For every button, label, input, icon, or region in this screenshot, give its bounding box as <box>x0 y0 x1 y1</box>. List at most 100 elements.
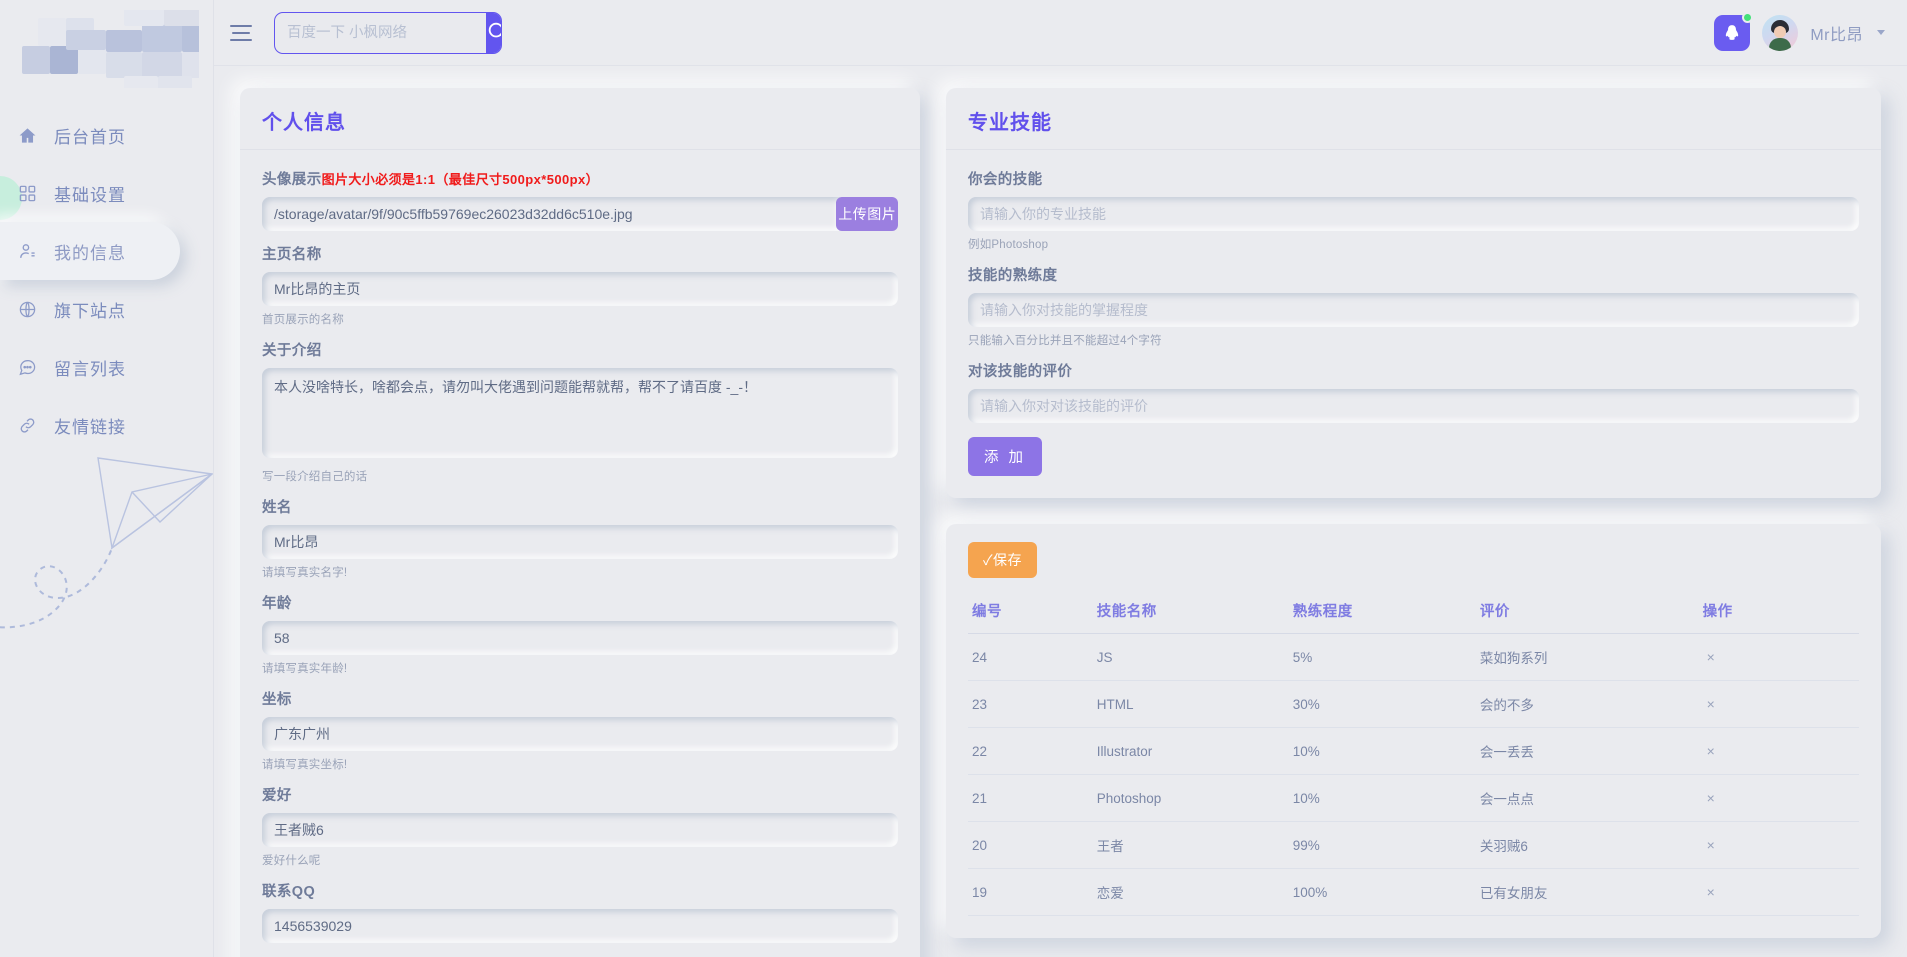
skills-card: 专业技能 你会的技能 例如Photoshop 技能的熟练度 只能输入百分比并且不… <box>946 88 1881 498</box>
sidebar-item-friend-links[interactable]: 友情链接 <box>0 396 213 454</box>
personal-info-header: 个人信息 <box>240 88 920 150</box>
sidebar-nav: 后台首页 基础设置 我的信息 旗下站点 留言列表 友情链接 <box>0 106 213 454</box>
qq-penguin-icon[interactable] <box>1714 11 1754 51</box>
about-textarea[interactable]: 本人没啥特长，啥都会点，请勿叫大佬遇到问题能帮就帮，帮不了请百度 -_-！ <box>262 368 898 458</box>
cell-id: 23 <box>968 680 1093 728</box>
cell-skill-name: 恋爱 <box>1092 868 1289 916</box>
hobby-input[interactable] <box>262 813 898 847</box>
page-title: 个人信息 <box>262 112 346 134</box>
column-header-level[interactable]: 熟练程度 <box>1288 594 1476 634</box>
homepage-name-input[interactable] <box>262 272 898 306</box>
cell-evaluation: 会一点点 <box>1475 774 1699 822</box>
delete-row-button[interactable]: × <box>1698 821 1859 869</box>
close-icon[interactable]: × <box>1703 743 1719 759</box>
username-label[interactable]: Mr比昂 <box>1810 21 1863 45</box>
cell-level: 30% <box>1288 680 1476 728</box>
sidebar-item-label: 后台首页 <box>54 127 126 147</box>
chat-icon <box>14 354 40 380</box>
homepage-name-label: 主页名称 <box>262 247 322 263</box>
home-icon <box>14 122 40 148</box>
table-row: 19 恋爱 100% 已有女朋友 × <box>968 868 1859 916</box>
avatar-size-warning: 图片大小必须是1:1（最佳尺寸500px*500px） <box>321 172 599 187</box>
skills-body: 你会的技能 例如Photoshop 技能的熟练度 只能输入百分比并且不能超过4个… <box>946 150 1881 498</box>
close-icon[interactable]: × <box>1703 884 1719 900</box>
close-icon[interactable]: × <box>1703 837 1719 853</box>
hamburger-icon[interactable] <box>230 21 258 45</box>
add-button-row: 添 加 <box>968 437 1859 476</box>
avatar[interactable] <box>1762 14 1799 51</box>
skill-eval-label: 对该技能的评价 <box>968 364 1073 380</box>
sidebar-item-sites[interactable]: 旗下站点 <box>0 280 213 338</box>
skill-level-input[interactable] <box>968 293 1859 327</box>
cell-skill-name: JS <box>1092 633 1289 681</box>
save-button[interactable]: ✓保存 <box>968 542 1038 578</box>
age-input[interactable] <box>262 621 898 655</box>
personal-info-body: 头像展示图片大小必须是1:1（最佳尺寸500px*500px） 上传图片 主页名… <box>240 150 920 957</box>
user-icon <box>14 238 40 264</box>
hobby-label: 爱好 <box>262 788 292 804</box>
table-row: 21 Photoshop 10% 会一点点 × <box>968 774 1859 822</box>
close-icon[interactable]: × <box>1703 696 1719 712</box>
sidebar-item-basic-settings[interactable]: 基础设置 <box>0 164 213 222</box>
column-header-op[interactable]: 操作 <box>1698 594 1859 634</box>
close-icon[interactable]: × <box>1703 790 1719 806</box>
cell-evaluation: 关羽贼6 <box>1475 821 1699 869</box>
upload-image-button[interactable]: 上传图片 <box>836 197 898 231</box>
search-icon <box>486 20 501 45</box>
link-icon <box>14 412 40 438</box>
column-header-name[interactable]: 技能名称 <box>1092 594 1289 634</box>
right-column: 专业技能 你会的技能 例如Photoshop 技能的熟练度 只能输入百分比并且不… <box>946 88 1881 938</box>
sidebar-item-messages[interactable]: 留言列表 <box>0 338 213 396</box>
cell-id: 21 <box>968 774 1093 822</box>
table-header-row: 编号 技能名称 熟练程度 评价 操作 <box>968 594 1859 634</box>
delete-row-button[interactable]: × <box>1698 774 1859 822</box>
search-input[interactable] <box>275 12 486 53</box>
delete-row-button[interactable]: × <box>1698 868 1859 916</box>
hobby-hint: 爱好什么呢 <box>262 855 321 867</box>
age-label: 年龄 <box>262 596 292 612</box>
search-box[interactable] <box>274 11 502 54</box>
name-label: 姓名 <box>262 500 292 516</box>
location-input[interactable] <box>262 717 898 751</box>
sidebar-item-my-info[interactable]: 我的信息 <box>0 222 180 280</box>
table-row: 23 HTML 30% 会的不多 × <box>968 680 1859 728</box>
avatar-face <box>1774 25 1787 38</box>
location-hint: 请填写真实坐标! <box>262 759 348 771</box>
cell-level: 5% <box>1288 633 1476 681</box>
sidebar-item-label: 基础设置 <box>54 185 126 205</box>
cell-level: 100% <box>1288 868 1476 916</box>
qq-label: 联系QQ <box>262 884 316 900</box>
name-input[interactable] <box>262 525 898 559</box>
cell-skill-name: Illustrator <box>1092 727 1289 775</box>
chevron-down-icon[interactable] <box>1877 30 1885 35</box>
age-hint: 请填写真实年龄! <box>262 663 348 675</box>
column-header-eval[interactable]: 评价 <box>1475 594 1699 634</box>
cell-evaluation: 已有女朋友 <box>1475 868 1699 916</box>
skill-name-label: 你会的技能 <box>968 172 1043 188</box>
skill-level-label: 技能的熟练度 <box>968 268 1058 284</box>
sidebar-item-home[interactable]: 后台首页 <box>0 106 213 164</box>
delete-row-button[interactable]: × <box>1698 727 1859 775</box>
qq-input[interactable] <box>262 909 898 943</box>
close-icon[interactable]: × <box>1703 649 1719 665</box>
delete-row-button[interactable]: × <box>1698 680 1859 728</box>
avatar-field-label: 头像展示图片大小必须是1:1（最佳尺寸500px*500px） <box>262 168 898 189</box>
skills-table: 编号 技能名称 熟练程度 评价 操作 24 JS 5% 菜如狗系列 × 23 HTML 30%… <box>968 594 1859 916</box>
add-skill-button[interactable]: 添 加 <box>968 437 1043 476</box>
sidebar-item-label: 我的信息 <box>54 243 126 263</box>
cell-level: 99% <box>1288 821 1476 869</box>
cell-skill-name: Photoshop <box>1092 774 1289 822</box>
sidebar: 后台首页 基础设置 我的信息 旗下站点 留言列表 友情链接 <box>0 0 214 957</box>
table-row: 20 王者 99% 关羽贼6 × <box>968 821 1859 869</box>
skills-table-rows: 24 JS 5% 菜如狗系列 × 23 HTML 30% 会的不多 × 22 Illustrator 1… <box>968 633 1859 916</box>
skill-name-input[interactable] <box>968 197 1859 231</box>
cell-id: 19 <box>968 868 1093 916</box>
about-label: 关于介绍 <box>262 343 322 359</box>
paper-plane-decoration <box>0 430 213 650</box>
search-button[interactable] <box>486 12 501 53</box>
skill-eval-input[interactable] <box>968 389 1859 423</box>
delete-row-button[interactable]: × <box>1698 633 1859 681</box>
column-header-id[interactable]: 编号 <box>968 594 1093 634</box>
avatar-path-input[interactable] <box>262 197 841 231</box>
name-hint: 请填写真实名字! <box>262 567 348 579</box>
